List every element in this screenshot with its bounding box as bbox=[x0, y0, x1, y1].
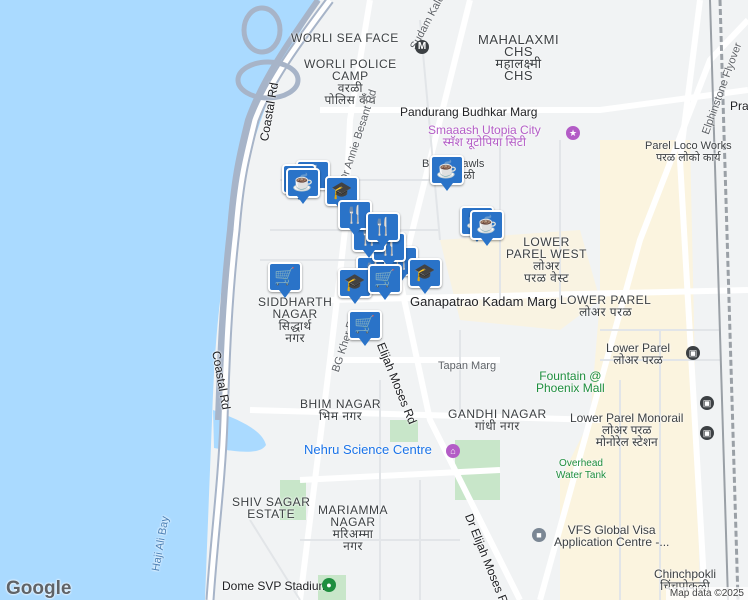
label-siddharth-nagar: SIDDHARTH NAGAR सिद्धार्थ नगर bbox=[258, 295, 333, 345]
coffee-icon: ☕ bbox=[436, 160, 458, 179]
cafe-marker[interactable]: ☕ bbox=[286, 168, 320, 206]
shopping-marker[interactable]: 🛒 bbox=[368, 264, 402, 302]
label-pandurang-budhkar: Pandurang Budhkar Marg bbox=[400, 105, 538, 119]
label-worli-sea-face: WORLI SEA FACE bbox=[291, 31, 399, 45]
monorail-icon-2[interactable]: ▣ bbox=[700, 426, 714, 440]
shopping-cart-icon: 🛒 bbox=[354, 315, 376, 334]
label-nehru-science-centre: Nehru Science Centre bbox=[304, 442, 432, 457]
shopping-marker[interactable]: 🛒 bbox=[268, 262, 302, 300]
shopping-cart-icon: 🛒 bbox=[274, 267, 296, 286]
graduation-cap-icon: 🎓 bbox=[331, 181, 353, 200]
metro-icon[interactable]: M bbox=[415, 40, 429, 54]
label-fountain-phoenix: Fountain @ Phoenix Mall bbox=[536, 369, 605, 395]
restaurant-marker[interactable]: 🍴 bbox=[366, 212, 400, 250]
map-canvas[interactable]: WORLI SEA FACE WORLI POLICE CAMP वरळी पो… bbox=[0, 0, 748, 600]
label-smaaash: Smaaash Utopia City स्मॅश यूटोपिया सिटी bbox=[428, 123, 541, 149]
train-icon[interactable]: ▣ bbox=[686, 346, 700, 360]
stadium-icon[interactable]: ● bbox=[322, 578, 336, 592]
label-lower-parel-monorail: Lower Parel Monorail लोअर परळ मोनोरेल स्… bbox=[570, 411, 684, 449]
label-ganapatrao-kadam: Ganapatrao Kadam Marg bbox=[410, 294, 557, 309]
label-dome-svp: Dome SVP Stadium bbox=[222, 579, 329, 593]
label-pra: Pra bbox=[730, 99, 748, 113]
label-vfs: VFS Global Visa Application Centre -... bbox=[554, 523, 670, 549]
fork-knife-icon: 🍴 bbox=[372, 217, 394, 236]
label-bhim-nagar: BHIM NAGAR भिम नगर bbox=[300, 397, 382, 423]
label-overhead-tank: Overhead Water Tank bbox=[556, 458, 607, 481]
label-worli-police-camp: WORLI POLICE CAMP वरळी पोलिस कँप bbox=[304, 57, 397, 107]
map-attribution[interactable]: Map data ©2025 bbox=[665, 587, 748, 600]
label-gandhi-nagar: GANDHI NAGAR गांधी नगर bbox=[448, 407, 547, 433]
fork-knife-icon: 🍴 bbox=[344, 205, 366, 224]
school-marker[interactable]: 🎓 bbox=[408, 258, 442, 296]
label-mariamma-nagar: MARIAMMA NAGAR मरिअम्मा नगर bbox=[318, 503, 388, 553]
label-lower-parel-station: Lower Parel लोअर परळ bbox=[606, 341, 671, 367]
label-parel-loco: Parel Loco Works परळ लोको कार्य bbox=[645, 140, 732, 164]
star-icon[interactable]: ★ bbox=[566, 126, 580, 140]
cafe-marker[interactable]: ☕ bbox=[470, 210, 504, 248]
label-mahalaxmi-chs: MAHALAXMI CHS महालक्ष्मी CHS bbox=[478, 32, 560, 83]
cafe-marker[interactable]: ☕ bbox=[430, 155, 464, 193]
coffee-icon: ☕ bbox=[476, 215, 498, 234]
graduation-cap-icon: 🎓 bbox=[414, 263, 436, 282]
shopping-marker[interactable]: 🛒 bbox=[348, 310, 382, 348]
office-icon[interactable]: ■ bbox=[532, 528, 546, 542]
label-shiv-sagar: SHIV SAGAR ESTATE bbox=[232, 495, 311, 521]
coffee-icon: ☕ bbox=[292, 173, 314, 192]
monorail-icon[interactable]: ▣ bbox=[700, 396, 714, 410]
museum-icon[interactable]: ⌂ bbox=[446, 444, 460, 458]
graduation-cap-icon: 🎓 bbox=[344, 273, 366, 292]
label-lower-parel-west: LOWER PAREL WEST लोअर परळ वेस्ट bbox=[506, 235, 588, 285]
school-marker[interactable]: 🎓 bbox=[338, 268, 372, 306]
shopping-cart-icon: 🛒 bbox=[374, 269, 396, 288]
google-logo: Google bbox=[6, 578, 72, 599]
label-lower-parel-area: LOWER PAREL लोअर परळ bbox=[560, 293, 652, 319]
label-tapan-marg: Tapan Marg bbox=[438, 360, 497, 372]
